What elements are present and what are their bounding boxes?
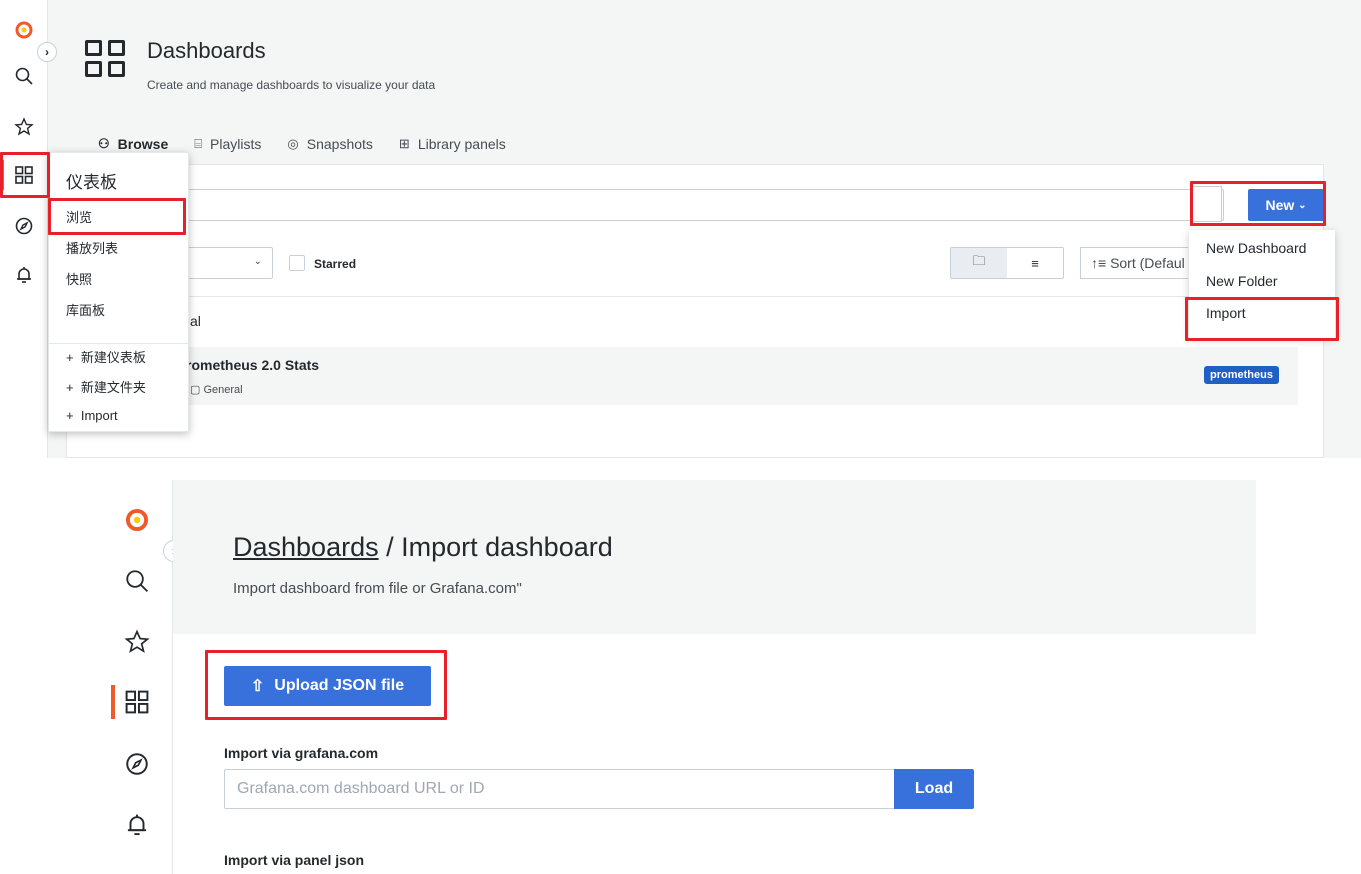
tab-snapshots[interactable]: ◎ Snapshots (287, 136, 373, 152)
grafana-url-input[interactable]: Grafana.com dashboard URL or ID (224, 769, 895, 809)
search-icon[interactable] (101, 565, 173, 597)
library-panel-icon: ⊞ (398, 136, 410, 151)
nav-item-playlists[interactable]: 播放列表 (66, 238, 118, 257)
camera-icon: ◎ (287, 136, 299, 151)
tag-badge[interactable]: prometheus (1204, 366, 1279, 384)
highlight-import-item (1185, 297, 1339, 341)
menu-item-new-folder[interactable]: New Folder (1206, 273, 1278, 289)
breadcrumb-dashboards-link[interactable]: Dashboards (233, 532, 379, 562)
tab-library-panels[interactable]: ⊞ Library panels (399, 136, 506, 152)
dashboards-icon[interactable] (101, 686, 173, 718)
dashboards-page-icon (85, 40, 127, 80)
plus-icon: + (66, 350, 74, 365)
chevron-down-icon: ⌄ (253, 256, 262, 267)
highlight-upload-button (205, 650, 447, 720)
dashboard-name[interactable]: rometheus 2.0 Stats (186, 357, 319, 373)
breadcrumb: Dashboards / Import dashboard (233, 532, 613, 562)
plus-icon: + (66, 408, 74, 423)
presentation-icon: ⌸ (194, 136, 203, 151)
sidebar (0, 0, 48, 458)
nav-item-library-panels[interactable]: 库面板 (66, 300, 105, 319)
nav-item-new-folder[interactable]: + 新建文件夹 (66, 377, 146, 396)
highlight-browse-item (48, 198, 186, 235)
dashboards-browse-screenshot: › Dashboards Create and manage dashboard… (0, 0, 1361, 458)
nav-menu-heading: 仪表板 (66, 173, 117, 192)
star-icon[interactable] (101, 626, 173, 658)
plus-icon: + (66, 380, 74, 395)
grafana-logo-icon[interactable] (0, 14, 48, 46)
compass-icon[interactable] (101, 748, 173, 780)
sort-icon: ↑≡ (1091, 255, 1107, 271)
page-subtitle: Create and manage dashboards to visualiz… (147, 78, 436, 92)
grafana-logo-icon[interactable] (101, 504, 173, 536)
tab-playlists[interactable]: ⌸ Playlists (194, 136, 261, 152)
search-input[interactable]: hboards (100, 189, 1224, 221)
sidebar-expand-button[interactable]: › (37, 42, 57, 62)
load-button[interactable]: Load (894, 769, 974, 809)
sort-select[interactable]: ↑≡ Sort (Defaul (1080, 247, 1188, 279)
bell-icon[interactable] (0, 259, 48, 291)
tab-browse[interactable]: ⚇ Browse (98, 136, 168, 152)
folder-row-general[interactable]: al (190, 313, 201, 329)
dashboards-nav-menu: 仪表板 浏览 播放列表 快照 库面板 + 新建仪表板 + 新建文件夹 + Imp… (48, 152, 190, 432)
folder-view-icon[interactable]: 🗀 (951, 248, 1007, 278)
search-icon[interactable] (0, 60, 48, 92)
star-icon[interactable] (0, 111, 48, 143)
sidebar (101, 480, 173, 874)
import-via-panel-json-label: Import via panel json (224, 852, 365, 868)
nav-menu-divider (49, 343, 190, 344)
nav-item-new-dashboard[interactable]: + 新建仪表板 (66, 347, 146, 366)
list-view-icon[interactable]: ≡ (1007, 248, 1063, 278)
sitemap-icon: ⚇ (98, 136, 110, 151)
highlight-dashboards-icon (0, 152, 50, 198)
nav-item-import[interactable]: + Import (66, 408, 118, 423)
import-dashboard-screenshot: › Dashboards / Import dashboard Import d… (101, 480, 1256, 874)
import-via-grafana-label: Import via grafana.com (224, 745, 379, 761)
menu-item-new-dashboard[interactable]: New Dashboard (1206, 240, 1306, 256)
starred-label: Starred (314, 257, 357, 271)
highlight-new-button (1190, 181, 1326, 226)
breadcrumb-current: Import dashboard (401, 532, 613, 562)
tab-bar: ⚇ Browse ⌸ Playlists ◎ Snapshots ⊞ Library p… (98, 136, 532, 152)
dashboard-list-item[interactable] (100, 347, 1298, 405)
dashboard-folder: ▢ General (190, 384, 243, 396)
starred-checkbox[interactable] (289, 255, 305, 271)
bell-icon[interactable] (101, 809, 173, 841)
compass-icon[interactable] (0, 210, 48, 242)
view-toggle: 🗀 ≡ (950, 247, 1064, 279)
page-title: Dashboards (147, 38, 266, 63)
divider (66, 296, 1324, 297)
page-subtitle: Import dashboard from file or Grafana.co… (233, 580, 522, 597)
nav-item-snapshots[interactable]: 快照 (66, 269, 92, 288)
folder-icon: ▢ (190, 384, 201, 396)
